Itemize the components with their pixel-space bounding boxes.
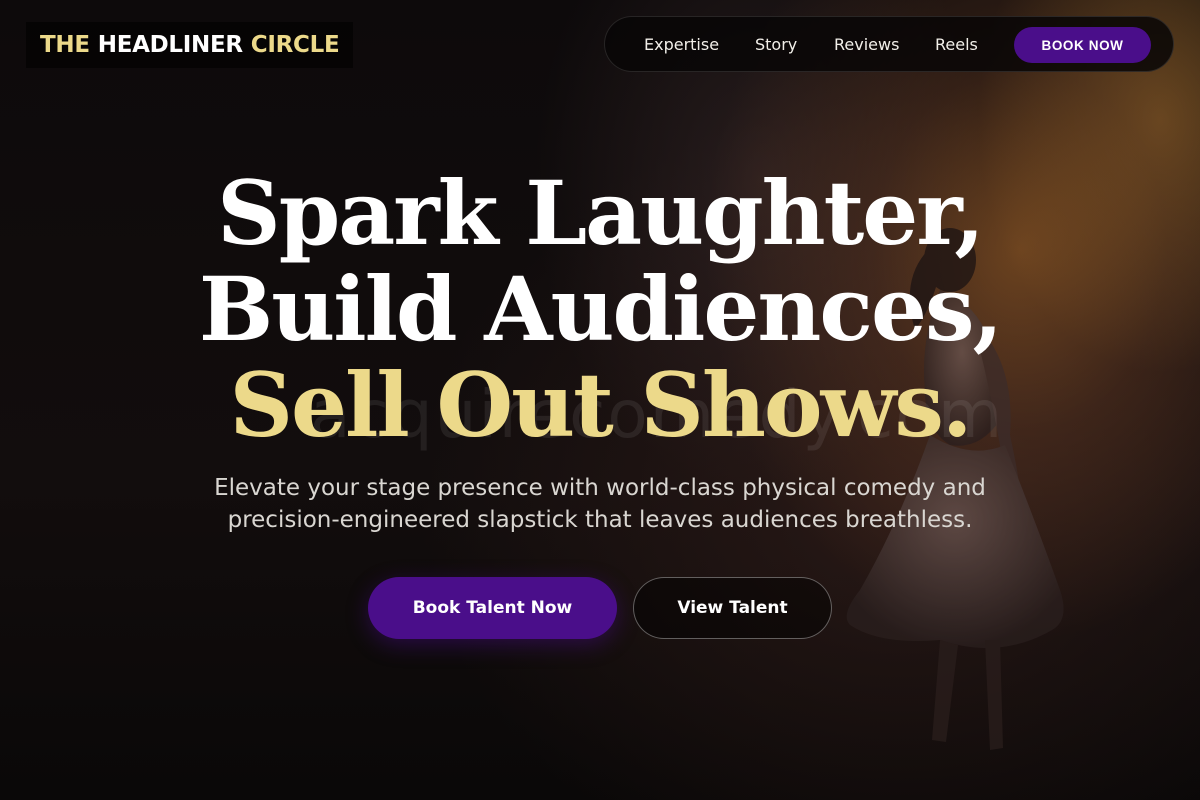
view-talent-button[interactable]: View Talent: [633, 577, 832, 639]
brand-logo[interactable]: THE HEADLINER CIRCLE: [26, 22, 354, 68]
headline-line-1: Spark Laughter,: [217, 161, 985, 265]
book-now-button[interactable]: BOOK NOW: [1014, 27, 1151, 63]
nav-link-reels[interactable]: Reels: [935, 35, 978, 54]
top-navigation: Expertise Story Reviews Reels BOOK NOW: [604, 16, 1174, 72]
brand-word-circle: CIRCLE: [250, 32, 340, 58]
headline-line-3: Sell Out Shows.: [229, 353, 972, 457]
subtitle-line-2: precision-engineered slapstick that leav…: [227, 507, 973, 533]
headline-line-2: Build Audiences,: [198, 257, 1003, 361]
brand-word-the: THE: [40, 32, 90, 58]
hero-headline: Spark Laughter, Build Audiences, Sell Ou…: [0, 165, 1200, 453]
hero-subtitle: Elevate your stage presence with world-c…: [150, 472, 1050, 536]
hero-section: acquirecomedy.com THE HEADLINER CIRCLE E…: [0, 0, 1200, 800]
nav-link-expertise[interactable]: Expertise: [644, 35, 719, 54]
nav-link-story[interactable]: Story: [755, 35, 797, 54]
brand-word-headliner: HEADLINER: [97, 32, 243, 58]
subtitle-line-1: Elevate your stage presence with world-c…: [214, 475, 986, 501]
book-talent-now-button[interactable]: Book Talent Now: [368, 577, 617, 639]
nav-link-reviews[interactable]: Reviews: [834, 35, 899, 54]
